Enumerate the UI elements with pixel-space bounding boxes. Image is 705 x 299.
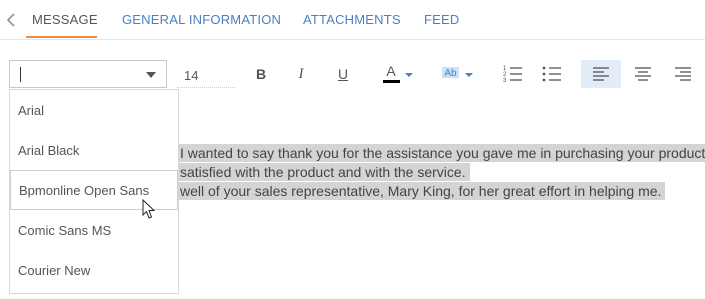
font-family-dropdown: Arial Arial Black Bpmonline Open Sans Co… xyxy=(9,89,179,294)
tab-general-information[interactable]: GENERAL INFORMATION xyxy=(122,12,281,27)
text-caret xyxy=(20,67,21,82)
numbered-list-button[interactable]: 1 2 3 xyxy=(500,60,526,88)
align-left-icon xyxy=(593,67,609,81)
font-size-value: 14 xyxy=(184,68,199,83)
numbered-list-icon: 1 2 3 xyxy=(503,66,522,84)
font-option-arial[interactable]: Arial xyxy=(10,90,178,130)
font-option-arial-black[interactable]: Arial Black xyxy=(10,130,178,170)
align-right-icon xyxy=(675,67,691,81)
italic-button[interactable]: I xyxy=(290,60,312,88)
underline-label: U xyxy=(337,66,349,82)
pointer-cursor-icon xyxy=(142,199,156,219)
align-left-button[interactable] xyxy=(581,60,621,88)
bulleted-list-icon xyxy=(542,66,561,82)
editor-line-2: satisfied with the product and with the … xyxy=(172,163,470,181)
tab-bar-divider xyxy=(0,39,705,40)
bold-label: B xyxy=(255,66,267,82)
dropdown-arrow-icon xyxy=(146,72,156,78)
tab-attachments[interactable]: ATTACHMENTS xyxy=(303,12,401,27)
font-color-icon: A xyxy=(383,63,413,83)
italic-label: I xyxy=(298,65,304,82)
formatting-toolbar: 14 B I U A Ab 1 2 3 xyxy=(0,58,705,90)
underline-button[interactable]: U xyxy=(332,60,354,88)
tab-message[interactable]: MESSAGE xyxy=(32,12,98,27)
bulleted-list-button[interactable] xyxy=(539,60,565,88)
align-center-icon xyxy=(635,67,651,81)
font-color-label: A xyxy=(386,63,396,79)
tab-feed[interactable]: FEED xyxy=(424,12,459,27)
highlight-color-button[interactable]: Ab xyxy=(438,60,478,88)
bold-button[interactable]: B xyxy=(250,60,272,88)
font-size-field[interactable]: 14 xyxy=(177,60,235,88)
align-center-button[interactable] xyxy=(630,60,656,88)
align-right-button[interactable] xyxy=(670,60,696,88)
font-option-courier-new[interactable]: Courier New xyxy=(10,250,178,290)
font-family-select[interactable] xyxy=(9,60,167,88)
highlight-icon: Ab xyxy=(442,67,473,79)
tab-bar: MESSAGE GENERAL INFORMATION ATTACHMENTS … xyxy=(0,0,705,40)
svg-text:3: 3 xyxy=(503,78,507,84)
active-tab-indicator xyxy=(26,36,97,38)
editor-line-1: I wanted to say thank you for the assist… xyxy=(172,144,705,162)
editor-line-3: well of your sales representative, Mary … xyxy=(172,182,666,200)
font-color-button[interactable]: A xyxy=(378,60,418,88)
chevron-left-icon[interactable] xyxy=(4,10,18,30)
highlight-label: Ab xyxy=(444,68,457,79)
